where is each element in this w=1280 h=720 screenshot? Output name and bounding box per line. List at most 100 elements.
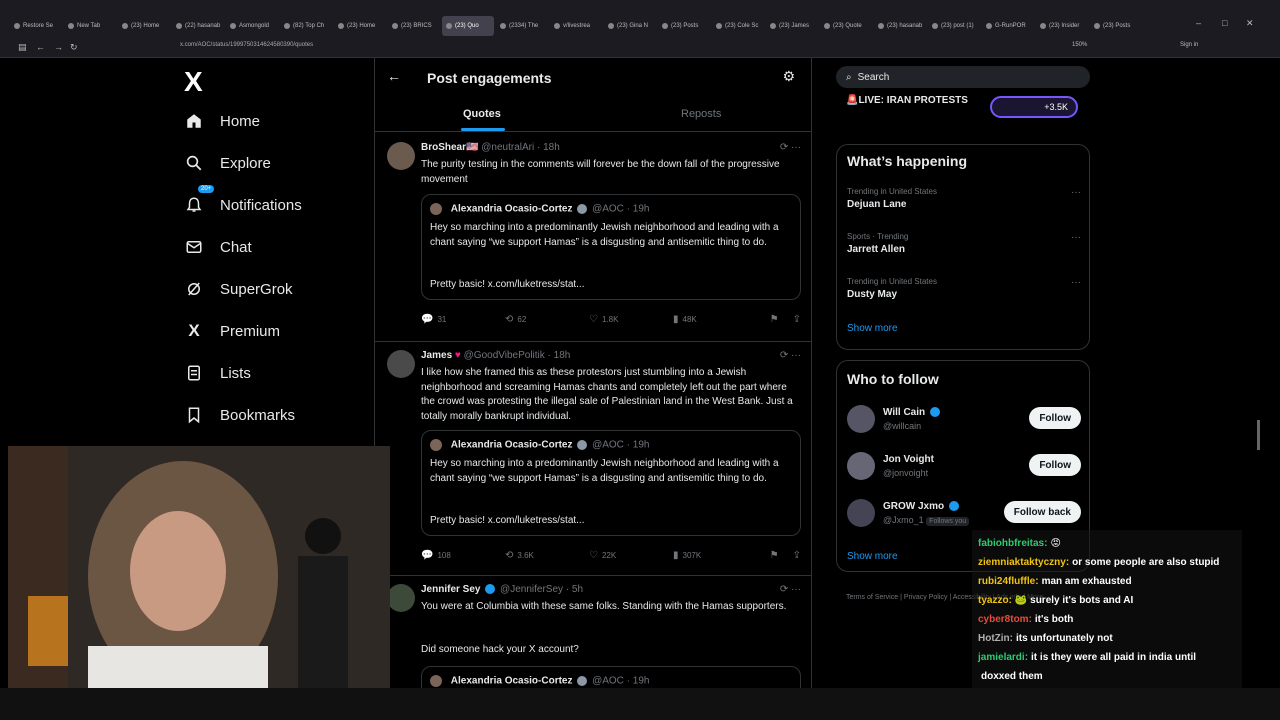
browser-tab[interactable]: (22) hasanab bbox=[172, 16, 224, 36]
browser-tab[interactable]: (23) Posts bbox=[658, 16, 710, 36]
reply-button[interactable]: 💬 31 bbox=[421, 314, 505, 325]
browser-tab[interactable]: (23) James bbox=[766, 16, 818, 36]
repost-button[interactable]: ⟲ 3.6K bbox=[505, 550, 589, 561]
trend-item[interactable]: Sports · Trending Jarrett Allen ··· bbox=[847, 232, 1081, 255]
avatar[interactable] bbox=[387, 350, 415, 378]
browser-tab[interactable]: (23) Quote bbox=[820, 16, 872, 36]
back-icon[interactable]: ← bbox=[36, 42, 45, 52]
chat-username[interactable]: fabiohbfreitas: bbox=[978, 538, 1047, 549]
post-item[interactable]: James ♥ @GoodVibePolitik · 18h ⟳ ··· I l… bbox=[375, 342, 811, 576]
browser-tab[interactable]: New Tab bbox=[64, 16, 116, 36]
browser-tab[interactable]: (23) Home bbox=[334, 16, 386, 36]
reload-icon[interactable]: ↻ bbox=[70, 42, 78, 53]
nav-lists[interactable]: Lists bbox=[184, 355, 251, 391]
avatar[interactable] bbox=[387, 584, 415, 612]
minimize-icon[interactable]: – bbox=[1196, 18, 1201, 28]
zoom-level[interactable]: 150% bbox=[1072, 42, 1087, 48]
scrollbar[interactable] bbox=[1257, 420, 1260, 450]
more-options-icon[interactable]: ⟳ ··· bbox=[780, 142, 801, 153]
nav-bookmarks[interactable]: Bookmarks bbox=[184, 397, 295, 433]
tab-quotes[interactable]: Quotes bbox=[463, 108, 501, 120]
trend-item[interactable]: Trending in United States Dejuan Lane ··… bbox=[847, 187, 1081, 210]
nav-explore[interactable]: Explore bbox=[184, 145, 271, 181]
like-button[interactable]: ♡ 1.8K bbox=[589, 314, 673, 325]
browser-tab[interactable]: (23) hasanab bbox=[874, 16, 926, 36]
forward-icon[interactable]: → bbox=[54, 42, 63, 52]
chat-username[interactable]: cyber8tom: bbox=[978, 614, 1032, 625]
avatar[interactable] bbox=[847, 499, 875, 527]
repost-button[interactable]: ⟲ 62 bbox=[505, 314, 589, 325]
chat-username[interactable]: tyazzo: bbox=[978, 595, 1012, 606]
browser-tab[interactable]: (23) Gina N bbox=[604, 16, 656, 36]
browser-tab[interactable]: v/livestrea bbox=[550, 16, 602, 36]
follow-button[interactable]: Follow bbox=[1029, 407, 1081, 429]
maximize-icon[interactable]: □ bbox=[1222, 18, 1227, 28]
browser-tab[interactable]: (82) Top Ch bbox=[280, 16, 332, 36]
nav-premium[interactable]: X Premium bbox=[184, 313, 280, 349]
quoted-post[interactable]: Alexandria Ocasio-Cortez @AOC · 19h Hey … bbox=[421, 430, 801, 536]
trend-item[interactable]: Trending in United States Dusty May ··· bbox=[847, 277, 1081, 300]
author-name[interactable]: James bbox=[421, 350, 452, 361]
browser-tab[interactable]: (23) Cole Sc bbox=[712, 16, 764, 36]
tab-reposts[interactable]: Reposts bbox=[681, 108, 721, 120]
search-input[interactable]: ⌕ Search bbox=[836, 66, 1090, 88]
browser-tab[interactable]: (2334) The bbox=[496, 16, 548, 36]
follow-back-button[interactable]: Follow back bbox=[1003, 501, 1081, 523]
bookmark-icon[interactable]: ⚑ bbox=[770, 550, 779, 561]
browser-tab[interactable]: Asmongold bbox=[226, 16, 278, 36]
views-button[interactable]: ▮ 48K bbox=[673, 314, 757, 325]
views-button[interactable]: ▮ 307K bbox=[673, 550, 757, 561]
browser-tab[interactable]: G-RunPOR bbox=[982, 16, 1034, 36]
post-item[interactable]: BroShear🇺🇸 @neutralAri · 18h ⟳ ··· The p… bbox=[375, 134, 811, 342]
live-event-pill[interactable]: +3.5K bbox=[990, 96, 1078, 118]
address-bar[interactable]: x.com/AOC/status/1999750314624580390/quo… bbox=[180, 42, 313, 48]
reply-button[interactable]: 💬 108 bbox=[421, 550, 505, 561]
browser-tab[interactable]: (23) Home bbox=[118, 16, 170, 36]
share-icon[interactable]: ⇪ bbox=[793, 314, 801, 325]
settings-sliders-icon[interactable]: ⚙ bbox=[782, 68, 795, 85]
show-more-link[interactable]: Show more bbox=[847, 551, 898, 562]
browser-tab[interactable]: (23) post (1) bbox=[928, 16, 980, 36]
chat-username[interactable]: HotZin: bbox=[978, 633, 1013, 644]
more-options-icon[interactable]: ⟳ ··· bbox=[780, 350, 801, 361]
close-window-icon[interactable]: ✕ bbox=[1246, 18, 1254, 29]
signin-button[interactable]: Sign in bbox=[1180, 42, 1198, 48]
show-more-link[interactable]: Show more bbox=[847, 323, 898, 334]
browser-tab[interactable]: (23) Quo bbox=[442, 16, 494, 36]
avatar[interactable] bbox=[847, 405, 875, 433]
nav-home[interactable]: Home bbox=[184, 103, 260, 139]
quote-link[interactable]: Pretty basic! x.com/luketress/stat... bbox=[430, 279, 585, 290]
author-name[interactable]: Jennifer Sey bbox=[421, 584, 480, 595]
more-options-icon[interactable]: ⟳ ··· bbox=[780, 584, 801, 595]
quoted-post[interactable]: Alexandria Ocasio-Cortez @AOC · 19h Hey … bbox=[421, 194, 801, 300]
avatar[interactable] bbox=[387, 142, 415, 170]
browser-tab[interactable]: Restore Se bbox=[10, 16, 62, 36]
author-name[interactable]: BroShear🇺🇸 bbox=[421, 142, 478, 153]
x-logo[interactable]: X bbox=[184, 66, 203, 98]
more-options-icon[interactable]: ··· bbox=[1071, 232, 1081, 243]
sidebar-toggle-icon[interactable]: ▤ bbox=[18, 42, 27, 53]
live-event-title[interactable]: 🚨LIVE: IRAN PROTESTS bbox=[846, 94, 986, 107]
more-options-icon[interactable]: ··· bbox=[1071, 277, 1081, 288]
nav-notifications[interactable]: 20+ Notifications bbox=[184, 185, 302, 223]
chat-username[interactable]: jamielardi: bbox=[978, 652, 1028, 663]
like-button[interactable]: ♡ 22K bbox=[589, 550, 673, 561]
share-icon[interactable]: ⇪ bbox=[793, 550, 801, 561]
quote-link[interactable]: Pretty basic! x.com/luketress/stat... bbox=[430, 515, 585, 526]
nav-supergrok[interactable]: SuperGrok bbox=[184, 271, 293, 307]
browser-tab[interactable]: (23) BRICS bbox=[388, 16, 440, 36]
nav-chat[interactable]: Chat bbox=[184, 229, 252, 265]
follow-suggestion[interactable]: GROW Jxmo @Jxmo_1 Follows you Follow bac… bbox=[847, 497, 1081, 531]
post-item[interactable]: Jennifer Sey @JenniferSey · 5h ⟳ ··· You… bbox=[375, 576, 811, 698]
follow-button[interactable]: Follow bbox=[1029, 454, 1081, 476]
chat-username[interactable]: ziemniaktaktyczny: bbox=[978, 557, 1069, 568]
more-options-icon[interactable]: ··· bbox=[1071, 187, 1081, 198]
browser-tab[interactable]: (23) Posts bbox=[1090, 16, 1142, 36]
follow-suggestion[interactable]: Will Cain @willcain Follow bbox=[847, 403, 1081, 437]
back-arrow-icon[interactable]: ← bbox=[387, 68, 401, 84]
follow-suggestion[interactable]: Jon Voight @jonvoight Follow bbox=[847, 450, 1081, 484]
avatar[interactable] bbox=[847, 452, 875, 480]
bookmark-icon[interactable]: ⚑ bbox=[770, 314, 779, 325]
browser-tab[interactable]: (23) Insider bbox=[1036, 16, 1088, 36]
chat-username[interactable]: rubi24fluffle: bbox=[978, 576, 1039, 587]
